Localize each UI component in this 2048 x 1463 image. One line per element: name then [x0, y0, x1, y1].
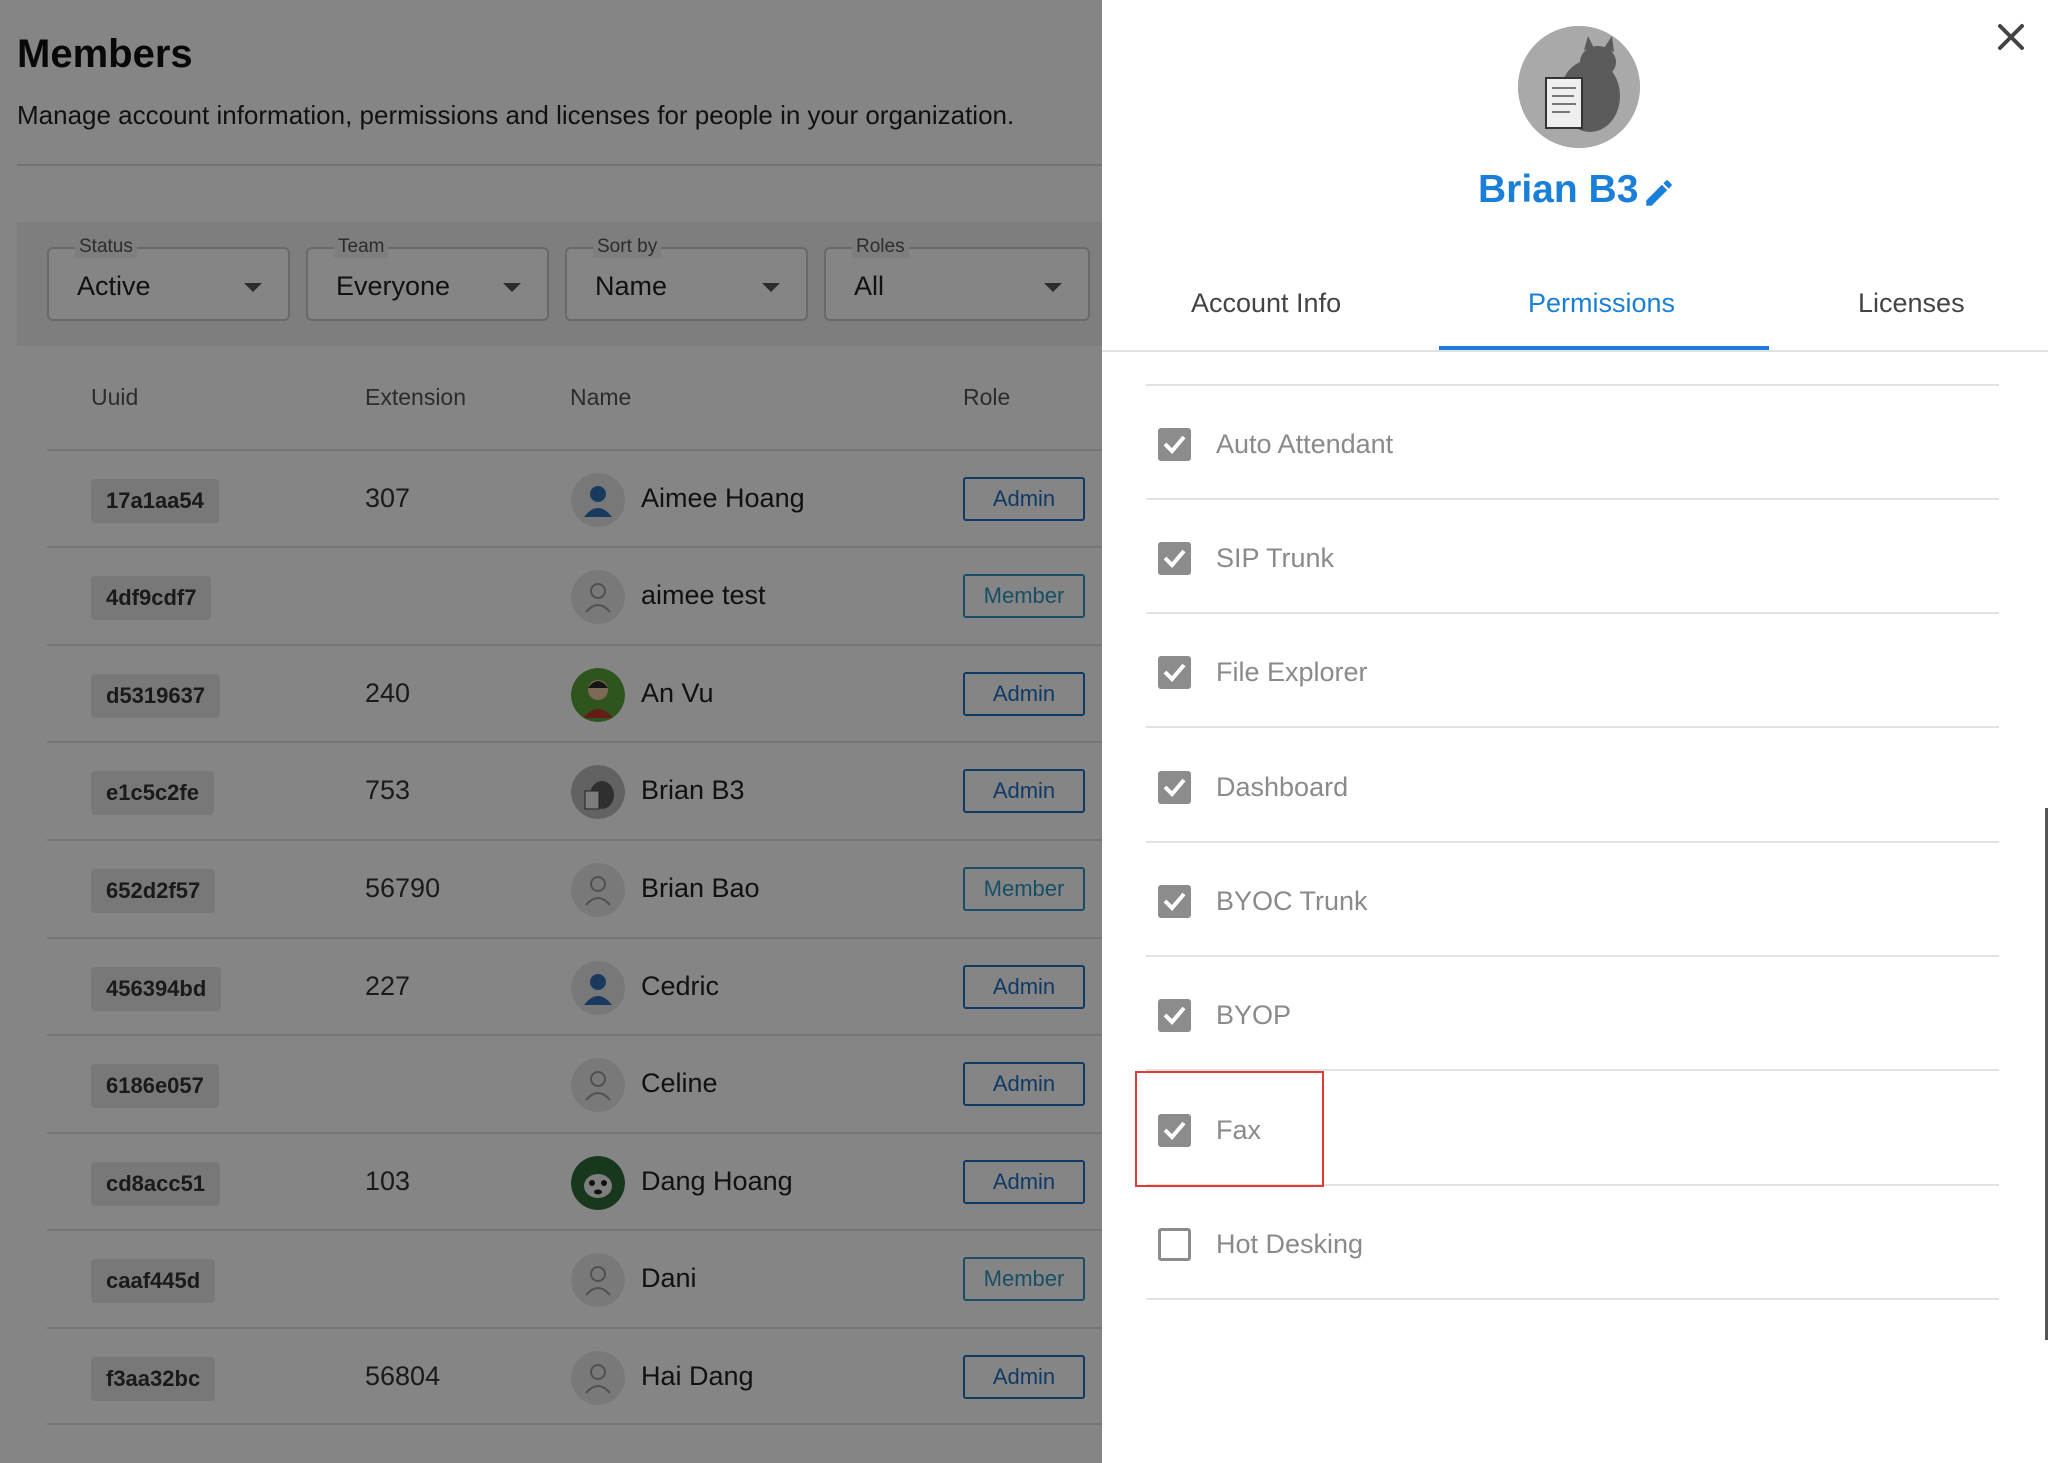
tab-licenses[interactable]: Licenses: [1858, 288, 1965, 319]
profile-name: Brian B3: [1478, 168, 1639, 211]
permission-sip-trunk[interactable]: SIP Trunk: [1146, 500, 1999, 614]
permission-label: Auto Attendant: [1216, 429, 1394, 459]
check-icon: [1163, 1006, 1186, 1025]
modal-overlay[interactable]: [0, 0, 1102, 1463]
active-tab-indicator: [1439, 346, 1769, 350]
permission-label: BYOC Trunk: [1216, 886, 1368, 916]
permission-dashboard[interactable]: Dashboard: [1146, 729, 1999, 843]
check-icon: [1163, 778, 1186, 797]
checkbox[interactable]: [1158, 885, 1191, 918]
check-icon: [1163, 1121, 1186, 1140]
checkbox[interactable]: [1158, 542, 1191, 575]
edit-name-button[interactable]: [1642, 176, 1676, 210]
close-icon: [1998, 24, 2024, 50]
checkbox[interactable]: [1158, 999, 1191, 1032]
permission-fax[interactable]: Fax: [1146, 1072, 1999, 1186]
member-detail-drawer: Brian B3 Account Info Permissions Licens…: [1102, 0, 2048, 1463]
close-button[interactable]: [1990, 16, 2032, 58]
permission-label: Hot Desking: [1216, 1229, 1364, 1259]
permission-hot-desking[interactable]: Hot Desking: [1146, 1186, 1999, 1300]
checkbox[interactable]: [1158, 1228, 1191, 1261]
check-icon: [1163, 435, 1186, 454]
permission-byoc-trunk[interactable]: BYOC Trunk: [1146, 843, 1999, 957]
permission-label: SIP Trunk: [1216, 543, 1335, 573]
members-page: Members Manage account information, perm…: [0, 0, 1102, 1463]
tab-permissions[interactable]: Permissions: [1528, 288, 1675, 319]
pencil-icon: [1646, 180, 1672, 206]
drawer-tabs: Account Info Permissions Licenses: [1102, 268, 2048, 352]
check-icon: [1163, 549, 1186, 568]
permission-auto-attendant[interactable]: Auto Attendant: [1146, 386, 1999, 500]
checkbox[interactable]: [1158, 771, 1191, 804]
check-icon: [1163, 663, 1186, 682]
permission-label: Dashboard: [1216, 772, 1349, 802]
permission-label: Fax: [1216, 1115, 1262, 1145]
checkbox[interactable]: [1158, 428, 1191, 461]
permission-label: File Explorer: [1216, 657, 1368, 687]
profile-avatar[interactable]: [1518, 26, 1640, 148]
tab-account-info[interactable]: Account Info: [1191, 288, 1341, 319]
permission-file-explorer[interactable]: File Explorer: [1146, 614, 1999, 728]
screen: Members Manage account information, perm…: [0, 0, 2048, 1463]
user-photo: [1518, 26, 1640, 148]
permission-label: BYOP: [1216, 1000, 1292, 1030]
permission-byop[interactable]: BYOP: [1146, 957, 1999, 1071]
check-icon: [1163, 892, 1186, 911]
checkbox[interactable]: [1158, 656, 1191, 689]
checkbox[interactable]: [1158, 1114, 1191, 1147]
